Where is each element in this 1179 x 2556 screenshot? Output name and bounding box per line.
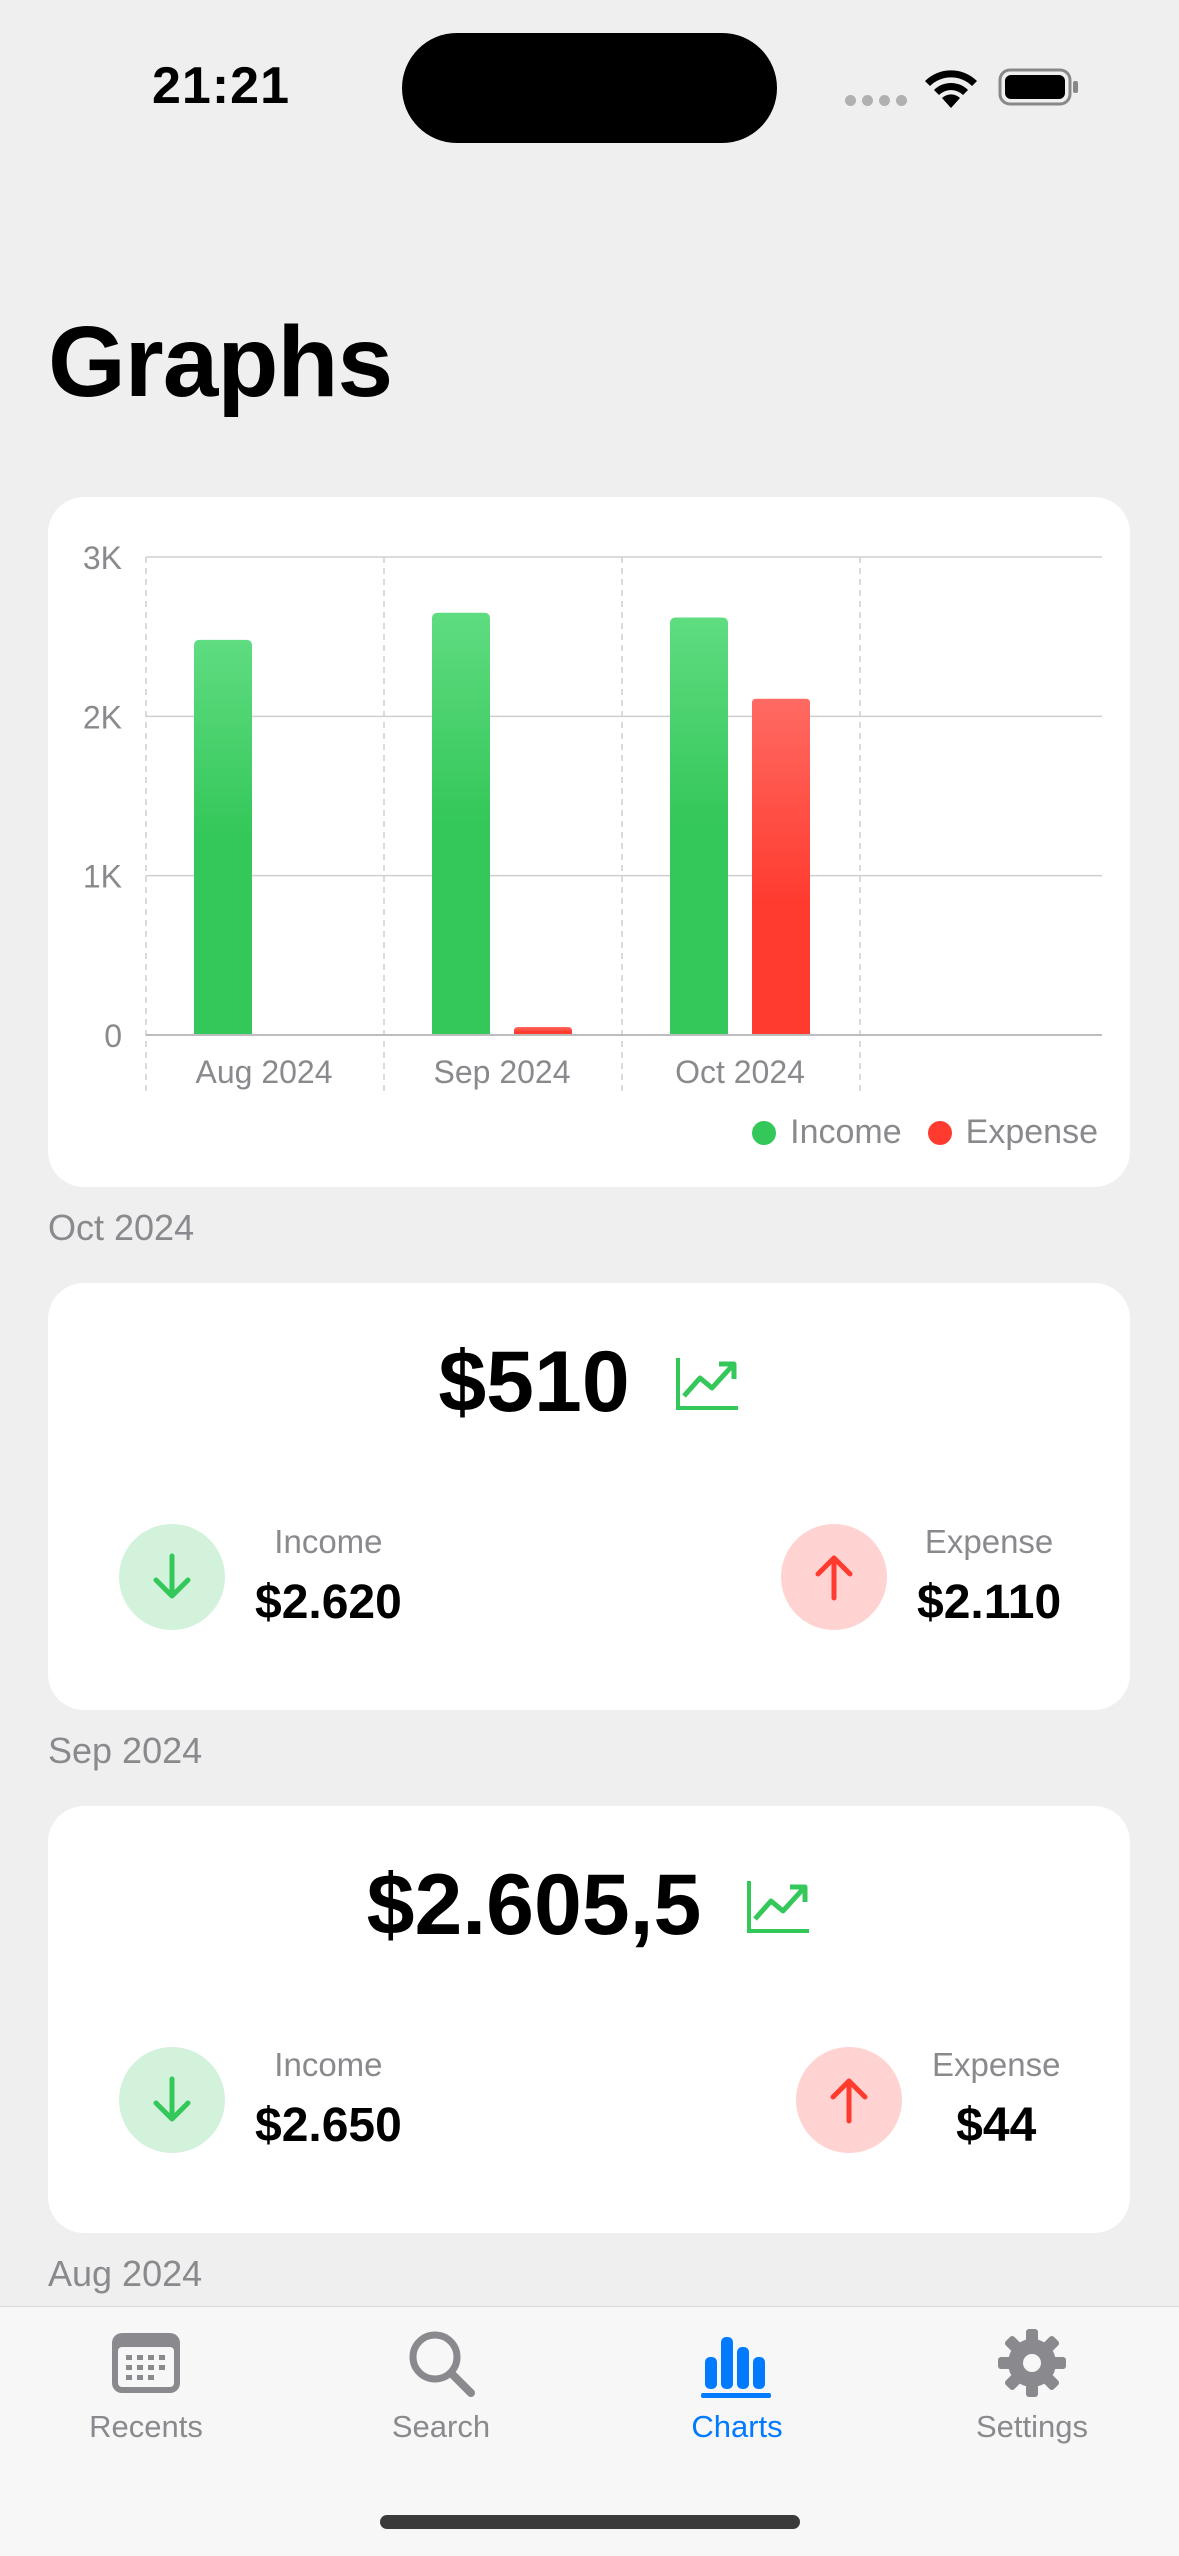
status-time: 21:21: [152, 57, 290, 115]
calendar-icon: [112, 2333, 180, 2393]
dynamic-island: [402, 33, 777, 143]
tab-charts[interactable]: Charts: [627, 2327, 847, 2445]
income-label: Income: [274, 1523, 383, 1560]
wifi-icon: [925, 70, 977, 108]
tab-settings[interactable]: Settings: [922, 2327, 1142, 2445]
section-header-sep-2024: Sep 2024: [48, 1730, 203, 1771]
magnifyingglass-icon: [409, 2331, 475, 2397]
income-arrow-icon: [119, 2046, 225, 2153]
income-bar: [432, 612, 490, 1035]
expense-value: $44: [956, 2099, 1037, 2152]
income-bar: [194, 639, 252, 1035]
expense-bar: [752, 698, 810, 1035]
net-balance-value: $2.605,5: [366, 1857, 702, 1953]
tab-label: Search: [391, 2409, 491, 2444]
y-tick-label: 0: [104, 1018, 122, 1054]
tab-recents[interactable]: Recents: [36, 2327, 256, 2445]
legend-item-expense: Expense: [927, 1113, 1098, 1152]
income-label: Income: [274, 2046, 383, 2083]
y-tick-label: 2K: [83, 699, 122, 735]
status-bar: 21:21: [0, 0, 1179, 170]
y-tick-label: 3K: [83, 540, 122, 576]
legend-label-expense: Expense: [965, 1113, 1098, 1151]
income-value: $2.620: [255, 1576, 402, 1629]
bar-chart: 0 1K 2K 3K Aug 2024 Sep 2024 Oct 2024: [83, 540, 1102, 1091]
x-tick-label: Oct 2024: [675, 1054, 805, 1090]
chart-bar-icon: [701, 2337, 771, 2398]
income-summary: Income $2.650: [119, 2046, 402, 2153]
income-arrow-icon: [119, 1523, 225, 1630]
cellular-signal-icon: [845, 95, 907, 106]
gear-icon: [998, 2329, 1066, 2397]
chart-card: 0 1K 2K 3K Aug 2024 Sep 2024 Oct 2024 Income E…: [48, 497, 1130, 1187]
income-bar: [670, 617, 728, 1035]
expense-arrow-icon: [781, 1523, 887, 1630]
tab-label: Settings: [975, 2409, 1088, 2444]
expense-arrow-icon: [796, 2046, 902, 2153]
month-summary-card[interactable]: $2.605,5 Income $2.650 Expense $44: [48, 1806, 1130, 2233]
page-title: Graphs: [48, 306, 393, 418]
section-header-aug-2024: Aug 2024: [48, 2253, 203, 2294]
chart-line-uptrend-icon: [747, 1880, 810, 1933]
x-tick-label: Sep 2024: [433, 1054, 570, 1090]
y-tick-label: 1K: [83, 859, 122, 895]
legend-label-income: Income: [790, 1113, 902, 1151]
legend-dot-expense: [927, 1120, 952, 1145]
chart-line-uptrend-icon: [675, 1357, 738, 1410]
battery-icon: [998, 68, 1078, 106]
tab-search[interactable]: Search: [331, 2327, 551, 2445]
expense-bar: [514, 1027, 572, 1035]
month-summary-card[interactable]: $510 Income $2.620 Expense $2.110: [48, 1283, 1130, 1710]
chart-legend: Income Expense: [752, 1113, 1098, 1152]
section-header-oct-2024: Oct 2024: [48, 1207, 195, 1248]
legend-dot-income: [752, 1120, 777, 1145]
legend-item-income: Income: [752, 1113, 902, 1152]
expense-summary: Expense $2.110: [781, 1523, 1061, 1630]
income-summary: Income $2.620: [119, 1523, 402, 1630]
tab-label: Recents: [89, 2409, 203, 2444]
tab-label: Charts: [691, 2409, 783, 2444]
net-balance-value: $510: [438, 1334, 630, 1430]
income-value: $2.650: [255, 2099, 402, 2152]
home-indicator: [380, 2515, 800, 2529]
x-tick-label: Aug 2024: [195, 1054, 332, 1090]
expense-summary: Expense $44: [796, 2046, 1060, 2153]
expense-value: $2.110: [917, 1576, 1062, 1629]
expense-label: Expense: [932, 2046, 1061, 2083]
expense-label: Expense: [924, 1523, 1054, 1560]
